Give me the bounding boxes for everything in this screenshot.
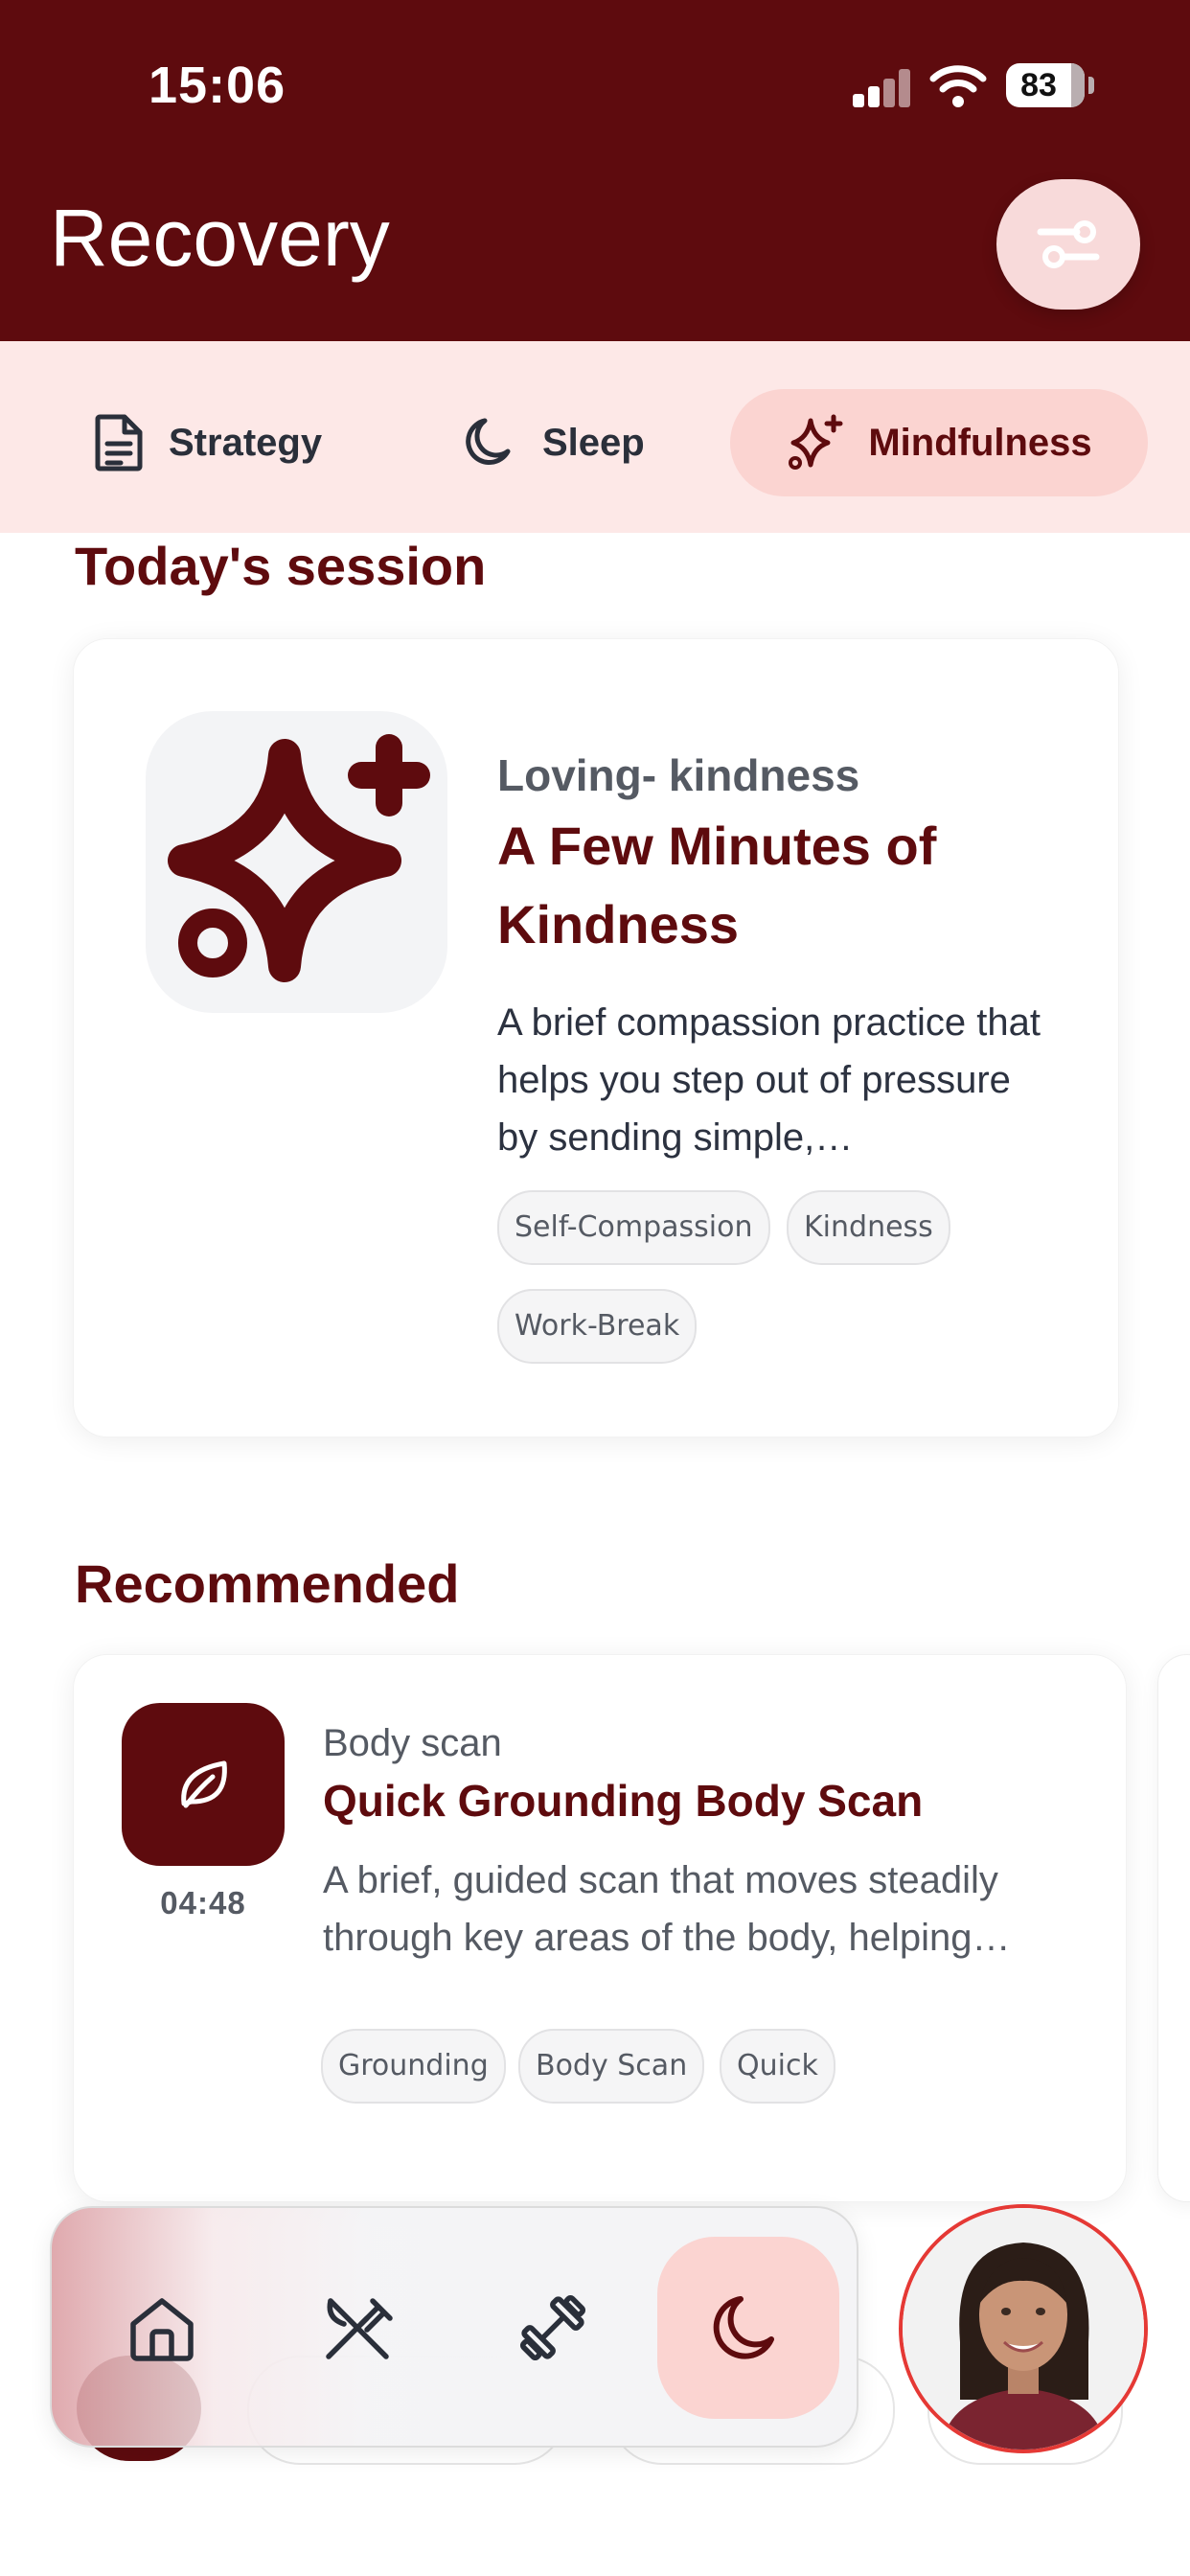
tag: Self-Compassion xyxy=(497,1190,770,1265)
tag: Quick xyxy=(720,2029,835,2104)
tag: Kindness xyxy=(787,1190,950,1265)
section-title-today: Today's session xyxy=(75,536,487,596)
document-icon xyxy=(95,414,143,472)
recommended-category: Body scan xyxy=(323,1722,502,1764)
tab-sleep-label: Sleep xyxy=(542,421,645,464)
sliders-icon xyxy=(1037,220,1100,268)
battery-level: 83 xyxy=(1020,67,1057,104)
app-header: 15:06 83 Recovery xyxy=(0,0,1190,341)
today-session-card[interactable]: Loving- kindness A Few Minutes of Kindne… xyxy=(73,638,1119,1438)
nav-home[interactable] xyxy=(71,2237,253,2419)
tab-strategy[interactable]: Strategy xyxy=(92,389,322,496)
filter-button[interactable] xyxy=(996,179,1140,310)
tab-mindfulness[interactable]: Mindfulness xyxy=(730,389,1148,496)
bottom-navigation xyxy=(50,2206,858,2448)
moon-icon xyxy=(466,418,511,465)
avatar-portrait xyxy=(903,2208,1144,2450)
cellular-signal-icon xyxy=(853,69,912,107)
fork-knife-icon xyxy=(326,2298,393,2359)
tab-mindfulness-label: Mindfulness xyxy=(868,421,1092,464)
tag: Body Scan xyxy=(518,2029,705,2104)
next-recommended-card[interactable] xyxy=(1157,1654,1190,2202)
session-description: A brief compassion practice that helps y… xyxy=(497,1001,1041,1159)
moon-icon xyxy=(713,2296,774,2359)
page-title: Recovery xyxy=(50,193,390,283)
session-category: Loving- kindness xyxy=(497,750,860,800)
recommended-card[interactable]: 04:48 Body scan Quick Grounding Body Sca… xyxy=(73,1654,1127,2202)
tab-strategy-label: Strategy xyxy=(169,421,323,464)
sparkles-icon xyxy=(789,414,843,470)
category-tabs: Strategy Sleep Mindfulness xyxy=(0,341,1190,533)
recommended-title: Quick Grounding Body Scan xyxy=(323,1776,924,1826)
nav-nutrition[interactable] xyxy=(266,2237,448,2419)
recommended-thumbnail xyxy=(122,1703,285,1866)
wifi-icon xyxy=(929,65,987,107)
nav-recovery[interactable] xyxy=(657,2237,839,2419)
session-title: A Few Minutes of Kindness xyxy=(497,816,937,954)
section-title-recommended: Recommended xyxy=(75,1553,460,1614)
recommended-description: A brief, guided scan that moves steadily… xyxy=(323,1859,1011,1959)
tag: Work-Break xyxy=(497,1289,698,1364)
tab-sleep[interactable]: Sleep xyxy=(464,389,645,496)
nav-fitness[interactable] xyxy=(462,2237,644,2419)
session-thumbnail xyxy=(146,711,447,1013)
duration-label: 04:48 xyxy=(160,1885,246,1920)
battery-icon: 83 xyxy=(1006,63,1085,107)
tag: Grounding xyxy=(321,2029,506,2104)
leaf-icon xyxy=(181,1760,227,1808)
dumbbell-icon xyxy=(519,2294,586,2361)
battery-tip xyxy=(1088,77,1094,94)
status-time: 15:06 xyxy=(149,57,286,114)
home-icon xyxy=(130,2298,194,2361)
sparkles-icon xyxy=(168,734,430,982)
assistant-avatar[interactable] xyxy=(899,2204,1148,2453)
